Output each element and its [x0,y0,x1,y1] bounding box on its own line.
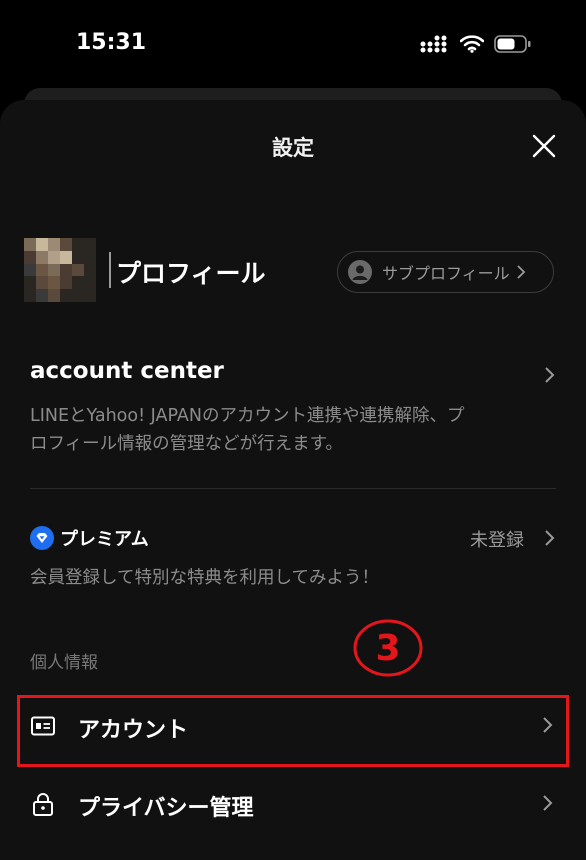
personal-info-section-label: 個人情報 [30,653,98,673]
status-bar: 15:31 [0,0,586,88]
premium-status[interactable]: 未登録 [470,526,524,552]
wifi-icon [460,35,484,53]
account-center-description: LINEとYahoo! JAPANのアカウント連携や連携解除、プ ロフィール情報… [30,402,550,458]
premium-description: 会員登録して特別な特典を利用してみよう！ [30,568,379,588]
chevron-right-icon [517,265,525,279]
account-center-description-line1: LINEとYahoo! JAPANのアカウント連携や連携解除、プ [30,406,465,426]
signal-icon [420,35,447,53]
chevron-right-icon [543,795,553,811]
premium-diamond-icon [30,526,54,550]
sub-profile-label: サブプロフィール [382,264,510,283]
status-time: 15:31 [76,30,147,55]
close-icon[interactable] [528,130,560,162]
premium-logo[interactable]: プレミアム [30,525,149,551]
premium-label: プレミアム [60,529,149,550]
lock-icon [33,793,53,816]
highlight-box [17,695,569,767]
chevron-right-icon[interactable] [544,366,556,384]
step-number-marker: 3 [353,619,423,677]
privacy-label: プライバシー管理 [78,796,254,821]
divider [30,488,556,489]
status-icons [420,33,532,55]
avatar-divider [109,252,111,288]
person-icon [348,260,372,284]
sub-profile-button[interactable]: サブプロフィール [337,251,554,293]
battery-icon [494,35,531,53]
account-center-title[interactable]: account center [30,358,224,384]
page-title: 設定 [272,136,314,160]
step-number-text: 3 [375,628,400,669]
chevron-right-icon[interactable] [544,529,556,547]
avatar[interactable] [24,238,96,302]
privacy-row[interactable]: プライバシー管理 [0,772,586,836]
profile-label[interactable]: プロフィール [116,254,266,290]
account-center-description-line2: ロフィール情報の管理などが行えます。 [30,434,343,454]
